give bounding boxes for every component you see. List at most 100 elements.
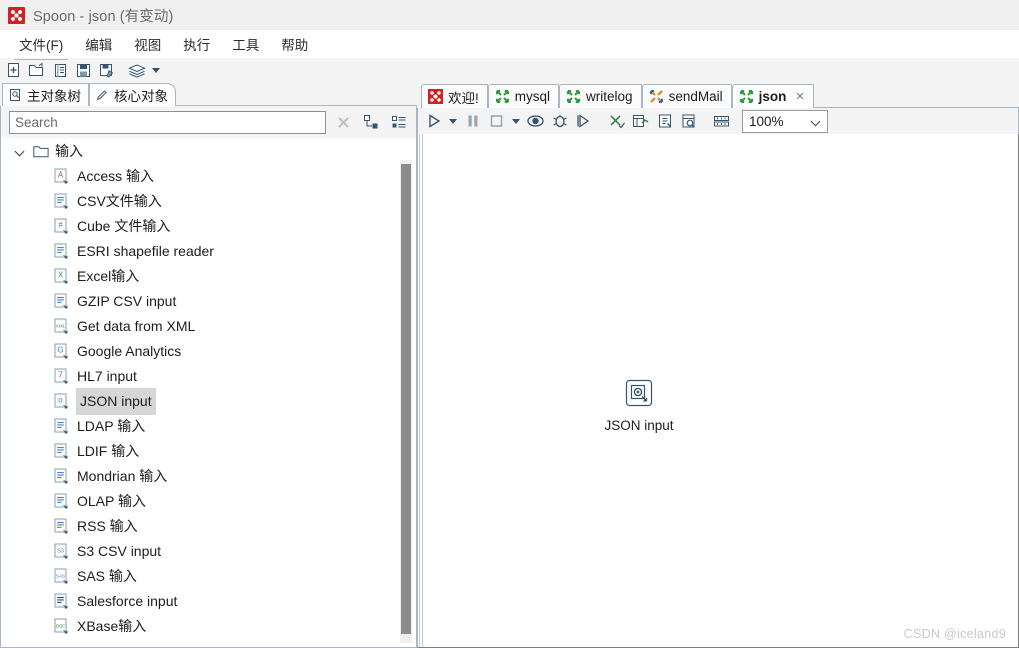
tree-item[interactable]: Salesforce input [1,589,416,614]
csv-file-input-icon [53,193,70,210]
tree-item[interactable]: A Access 输入 [1,164,416,189]
core-objects-tree[interactable]: 输入 A Access 输入 CSV文件输入 # Cube 文件输入 ESRI shapef… [0,138,417,648]
tree-item-label: HL7 input [77,368,137,384]
tree-item[interactable]: RSS 输入 [1,514,416,539]
layers-icon[interactable] [126,61,147,81]
open-file-icon[interactable] [27,61,48,81]
zoom-value: 100% [749,113,784,129]
tree-item[interactable]: S3 S3 CSV input [1,539,416,564]
menu-item-help[interactable]: 帮助 [270,31,319,57]
editor-tab-sendmail[interactable]: sendMail [641,84,732,108]
tree-item[interactable]: XML Get data from XML [1,314,416,339]
stop-options-caret-icon[interactable] [509,111,523,131]
tree-scrollbar-thumb[interactable] [401,164,411,634]
title-bar: Spoon - json (有变动) [0,0,1019,30]
tree-item[interactable]: G Google Analytics [1,339,416,364]
editor-tab-writelog[interactable]: writelog [559,84,642,108]
editor-tab-[interactable]: 欢迎! [421,84,488,108]
left-tabs-filler [176,83,417,106]
sas-input-icon: SAS [53,568,70,585]
stop-icon[interactable] [485,110,508,132]
editor-tab-label: mysql [514,89,551,104]
pause-icon[interactable] [461,110,484,132]
editor-tab-mysql[interactable]: mysql [487,84,560,108]
editor-tab-json[interactable]: json ✕ [731,84,814,108]
tree-item[interactable]: ESRI shapefile reader [1,239,416,264]
tree-item[interactable]: OLAP 输入 [1,489,416,514]
search-input[interactable]: Search [9,110,326,134]
menu-item-view[interactable]: 视图 [123,31,172,57]
tree-item[interactable]: LDIF 输入 [1,439,416,464]
tree-item[interactable]: CSV文件输入 [1,189,416,214]
run-icon[interactable] [422,110,445,132]
clear-x-icon[interactable] [332,111,354,133]
tree-item[interactable]: GZIP CSV input [1,289,416,314]
tree-item[interactable]: SAS SAS 输入 [1,564,416,589]
chevron-down-icon [810,115,823,128]
save-icon[interactable] [73,61,94,81]
inspect-data-icon[interactable] [677,110,700,132]
left-panel: 主对象树 核心对象 Search 输入 A Access 输入 CSV文件输入 … [0,82,417,648]
tree-item[interactable]: 7 HL7 input [1,364,416,389]
transformation-icon [566,89,581,104]
tab-main-object-tree-label: 主对象树 [27,89,81,104]
verify-icon[interactable] [605,110,628,132]
tree-item[interactable]: # Cube 文件输入 [1,214,416,239]
zoom-select[interactable]: 100% [742,109,828,133]
tree-item-label: Access 输入 [77,168,155,184]
tree-vertical-scrollbar[interactable] [400,160,412,643]
debug-icon[interactable] [548,110,571,132]
tab-core-objects[interactable]: 核心对象 [89,83,176,106]
menu-bar: 文件(F) 编辑 视图 执行 工具 帮助 [0,30,1019,60]
tree-item-label: Google Analytics [77,343,182,359]
tree-item[interactable]: o JSON input [1,388,416,415]
svg-text:A: A [58,171,64,180]
transformation-canvas[interactable]: JSON input CSDN @iceland9 [417,134,1019,648]
tree-item[interactable]: LDAP 输入 [1,414,416,439]
transformation-icon [495,89,510,104]
new-file-icon[interactable] [4,61,25,81]
gzip-csv-input-icon [53,293,70,310]
excel-input-icon: X [53,268,70,285]
run-options-caret-icon[interactable] [446,111,460,131]
tree-item-label: Excel输入 [77,268,140,284]
transformation-icon [739,89,754,104]
tree-item[interactable]: X Excel输入 [1,264,416,289]
tree-item[interactable]: Mondrian 输入 [1,464,416,489]
svg-text:#: # [58,221,63,230]
canvas-node-json-input[interactable]: JSON input [599,377,679,433]
ldap-input-icon [53,418,70,435]
spoon-welcome-icon [428,89,443,104]
menu-item-file[interactable]: 文件(F) [8,31,74,60]
expand-tree-icon[interactable] [360,111,382,133]
chevron-down-icon[interactable] [15,146,27,158]
ldif-input-icon [53,443,70,460]
tree-item-label: S3 CSV input [77,543,162,559]
tree-item-label: RSS 输入 [77,518,138,534]
grid-icon[interactable] [710,110,733,132]
menu-item-edit[interactable]: 编辑 [74,31,123,57]
tab-main-object-tree[interactable]: 主对象树 [2,83,89,106]
toolbar-dropdown-caret-icon[interactable] [149,61,163,81]
replay-icon[interactable] [572,110,595,132]
folder-icon [33,145,49,158]
save-as-icon[interactable] [96,61,117,81]
tree-item-label: JSON input [76,388,156,415]
svg-text:DBF: DBF [56,624,65,629]
tree-item[interactable]: DBF XBase输入 [1,614,416,639]
pencil-icon [95,88,109,102]
tree-item-label: Salesforce input [77,593,178,609]
menu-item-run[interactable]: 执行 [172,31,221,57]
editor-tab-label: json [758,89,787,104]
menu-item-tools[interactable]: 工具 [221,31,270,57]
preview-icon[interactable] [524,110,547,132]
svg-text:7: 7 [58,371,63,380]
close-x-icon[interactable]: ✕ [795,90,804,103]
generate-sql-icon[interactable] [653,110,676,132]
tree-group-input[interactable]: 输入 [1,139,416,164]
explore-repository-icon[interactable] [50,61,71,81]
list-view-icon[interactable] [388,111,410,133]
watermark: CSDN @iceland9 [903,627,1006,641]
hl7-input-icon: 7 [53,368,70,385]
impact-analysis-icon[interactable] [629,110,652,132]
